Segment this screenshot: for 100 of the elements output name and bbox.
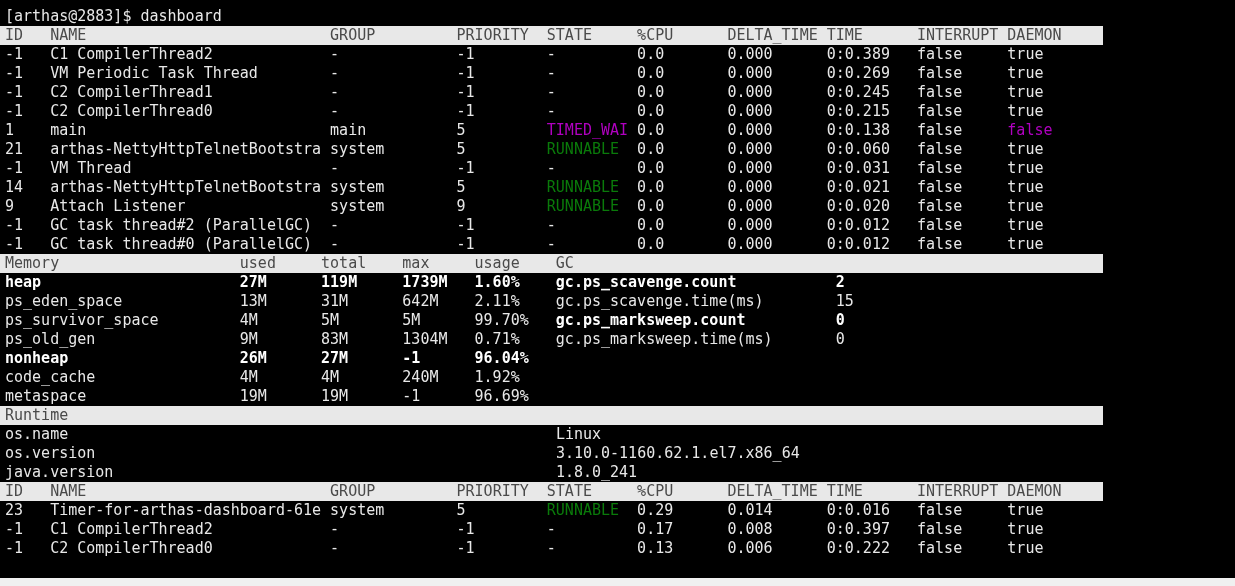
table-cell: 0:0.222 bbox=[826, 539, 890, 558]
table-cell: C2 CompilerThread1 bbox=[50, 83, 213, 102]
table-cell: ps_survivor_space bbox=[5, 311, 159, 330]
table-cell: GC task thread#2 (ParallelGC) bbox=[50, 216, 313, 235]
column-header: DAEMON bbox=[1007, 26, 1062, 45]
table-cell: 0.000 bbox=[727, 64, 773, 83]
table-cell: 5 bbox=[456, 140, 466, 159]
table-cell: 0:0.269 bbox=[826, 64, 890, 83]
table-cell: os.version bbox=[5, 444, 96, 463]
table-cell: true bbox=[1007, 216, 1044, 235]
table-cell: 0:0.060 bbox=[826, 140, 890, 159]
table-cell: -1 bbox=[456, 235, 475, 254]
column-header: PRIORITY bbox=[456, 482, 529, 501]
table-cell: 5M bbox=[321, 311, 340, 330]
table-cell: -1 bbox=[456, 64, 475, 83]
column-header: total bbox=[321, 254, 367, 273]
table-cell: -1 bbox=[456, 539, 475, 558]
table-cell: 0.0 bbox=[637, 235, 665, 254]
table-cell: code_cache bbox=[5, 368, 96, 387]
table-cell: 19M bbox=[321, 387, 349, 406]
table-cell: 14 bbox=[5, 178, 24, 197]
table-cell: RUNNABLE bbox=[546, 140, 620, 159]
table-cell: - bbox=[546, 216, 556, 235]
table-cell: -1 bbox=[5, 216, 24, 235]
table-cell: VM Thread bbox=[50, 159, 132, 178]
table-cell: main bbox=[330, 121, 367, 140]
table-cell: 1.92% bbox=[474, 368, 520, 387]
table-cell: gc.ps_marksweep.count bbox=[555, 311, 746, 330]
table-cell: false bbox=[917, 159, 963, 178]
table-cell: - bbox=[330, 235, 340, 254]
table-cell: 0.29 bbox=[637, 501, 674, 520]
table-cell: - bbox=[330, 539, 340, 558]
table-cell: false bbox=[917, 197, 963, 216]
table-cell: 5 bbox=[456, 178, 466, 197]
table-cell: C2 CompilerThread0 bbox=[50, 539, 213, 558]
table-cell: 0.0 bbox=[637, 121, 665, 140]
table-cell: system bbox=[330, 501, 385, 520]
table-cell: arthas-NettyHttpTelnetBootstra bbox=[50, 140, 322, 159]
table-cell: 0:0.397 bbox=[826, 520, 890, 539]
table-cell: 0.71% bbox=[474, 330, 520, 349]
table-cell: java.version bbox=[5, 463, 114, 482]
table-cell: -1 bbox=[5, 102, 24, 121]
table-cell: - bbox=[330, 216, 340, 235]
table-cell: 5 bbox=[456, 501, 466, 520]
table-cell: 0.0 bbox=[637, 216, 665, 235]
table-cell: 0.0 bbox=[637, 102, 665, 121]
table-cell: 0.13 bbox=[637, 539, 674, 558]
table-cell: 83M bbox=[321, 330, 349, 349]
table-cell: 0 bbox=[835, 330, 845, 349]
table-cell: - bbox=[330, 83, 340, 102]
table-cell: false bbox=[917, 83, 963, 102]
table-cell: true bbox=[1007, 102, 1044, 121]
table-cell: - bbox=[546, 235, 556, 254]
table-cell: 4M bbox=[321, 368, 340, 387]
table-cell: system bbox=[330, 178, 385, 197]
table-cell: 0.0 bbox=[637, 64, 665, 83]
column-header: GROUP bbox=[330, 26, 376, 45]
table-cell: 0:0.245 bbox=[826, 83, 890, 102]
table-cell: 0.0 bbox=[637, 83, 665, 102]
table-cell: true bbox=[1007, 140, 1044, 159]
table-cell: true bbox=[1007, 501, 1044, 520]
table-cell: - bbox=[330, 102, 340, 121]
command-text: dashboard bbox=[140, 7, 222, 26]
column-header: TIME bbox=[826, 26, 863, 45]
table-cell: Linux bbox=[555, 425, 602, 444]
column-header: NAME bbox=[50, 26, 87, 45]
table-cell: -1 bbox=[456, 102, 475, 121]
table-cell: GC task thread#0 (ParallelGC) bbox=[50, 235, 313, 254]
table-cell: false bbox=[917, 501, 963, 520]
table-cell: 0:0.031 bbox=[826, 159, 890, 178]
table-cell: ps_eden_space bbox=[5, 292, 123, 311]
column-header: PRIORITY bbox=[456, 26, 529, 45]
table-cell: 9 bbox=[456, 197, 466, 216]
table-cell: 0.000 bbox=[727, 83, 773, 102]
column-header: ID bbox=[5, 26, 24, 45]
table-cell: 0.008 bbox=[727, 520, 773, 539]
table-cell: - bbox=[546, 83, 556, 102]
table-cell: false bbox=[917, 235, 963, 254]
table-cell: true bbox=[1007, 159, 1044, 178]
table-cell: 240M bbox=[402, 368, 439, 387]
table-cell: nonheap bbox=[5, 349, 69, 368]
table-cell: system bbox=[330, 197, 385, 216]
table-cell: 642M bbox=[402, 292, 439, 311]
table-cell: -1 bbox=[456, 520, 475, 539]
table-cell: VM Periodic Task Thread bbox=[50, 64, 258, 83]
column-header: %CPU bbox=[637, 26, 674, 45]
column-header: DAEMON bbox=[1007, 482, 1062, 501]
table-cell: arthas-NettyHttpTelnetBootstra bbox=[50, 178, 322, 197]
column-header: DELTA_TIME bbox=[727, 26, 818, 45]
column-header: Memory bbox=[5, 254, 60, 273]
table-cell: 0.000 bbox=[727, 178, 773, 197]
table-cell: false bbox=[1007, 121, 1053, 140]
table-cell: 0:0.021 bbox=[826, 178, 890, 197]
table-cell: 15 bbox=[835, 292, 854, 311]
table-cell: Timer-for-arthas-dashboard-61e bbox=[50, 501, 322, 520]
table-cell: 9M bbox=[239, 330, 258, 349]
table-cell: 96.69% bbox=[474, 387, 529, 406]
column-header: %CPU bbox=[637, 482, 674, 501]
column-header: GROUP bbox=[330, 482, 376, 501]
table-cell: false bbox=[917, 45, 963, 64]
